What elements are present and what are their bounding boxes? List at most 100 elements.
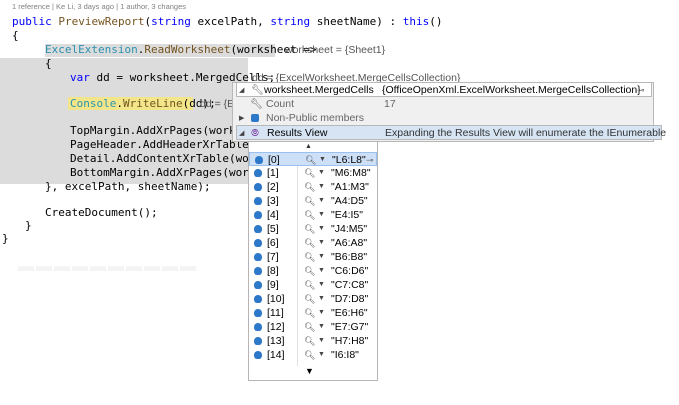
keyword: string xyxy=(270,15,311,28)
list-item[interactable]: [9] 🔍︎ ▼ "C7:C8" xyxy=(249,278,377,292)
wrench-icon: 🔧︎ xyxy=(250,99,263,110)
item-index: [14] xyxy=(267,349,285,361)
keyword: this xyxy=(402,15,430,28)
expand-icon[interactable]: ▶ xyxy=(239,111,244,126)
chevron-down-icon[interactable]: ▼ xyxy=(318,180,325,194)
magnifier-icon[interactable]: 🔍︎ xyxy=(304,306,315,320)
results-view-icon: ⦾ xyxy=(251,128,259,139)
results-view-list[interactable]: ▲ [0] 🔍︎ ▼ "L6:L8" ⊸ [1] 🔍︎ ▼ "M6:M8" [2] 🔍︎… xyxy=(248,141,378,381)
collapse-icon[interactable]: ◢ xyxy=(239,83,244,98)
magnifier-icon[interactable]: 🔍︎ xyxy=(304,180,315,194)
item-index: [5] xyxy=(267,223,279,235)
chevron-down-icon[interactable]: ▼ xyxy=(318,166,325,180)
datatip-row-name: Count xyxy=(266,98,295,110)
list-item[interactable]: [4] 🔍︎ ▼ "E4:I5" xyxy=(249,208,377,222)
value-icon xyxy=(254,337,262,345)
list-item[interactable]: [5] 🔍︎ ▼ "J4:M5" xyxy=(249,222,377,236)
wrench-icon: 🔧︎ xyxy=(251,85,264,96)
scroll-down-arrow[interactable]: ▼ xyxy=(305,366,314,376)
magnifier-icon[interactable]: 🔍︎ xyxy=(304,194,315,208)
chevron-down-icon[interactable]: ▼ xyxy=(318,306,325,320)
item-value: "A1:M3" xyxy=(331,181,369,193)
datatip-row-name: Results View xyxy=(267,127,328,139)
value-icon xyxy=(254,211,262,219)
list-item[interactable]: [10] 🔍︎ ▼ "D7:D8" xyxy=(249,292,377,306)
chevron-down-icon[interactable]: ▼ xyxy=(318,320,325,334)
datatip-row-count[interactable]: 🔧︎ Count 17 xyxy=(236,97,652,112)
item-value: "E4:I5" xyxy=(331,209,363,221)
list-item[interactable]: [8] 🔍︎ ▼ "C6:D6" xyxy=(249,264,377,278)
inline-value-worksheet[interactable]: worksheet = {Sheet1} xyxy=(285,43,385,57)
item-value: "M6:M8" xyxy=(331,167,371,179)
inline-value-dd-2[interactable]: dd = {E xyxy=(200,97,234,111)
list-item[interactable]: [1] 🔍︎ ▼ "M6:M8" xyxy=(249,166,377,180)
code-line-lambda-open: { xyxy=(45,57,52,70)
item-index: [12] xyxy=(267,321,285,333)
item-index: [3] xyxy=(267,195,279,207)
chevron-down-icon[interactable]: ▼ xyxy=(318,348,325,362)
chevron-down-icon[interactable]: ▼ xyxy=(318,208,325,222)
magnifier-icon[interactable]: 🔍︎ xyxy=(304,222,315,236)
chevron-down-icon[interactable]: ▼ xyxy=(318,264,325,278)
magnifier-icon[interactable]: 🔍︎ xyxy=(304,250,315,264)
list-item[interactable]: [0] 🔍︎ ▼ "L6:L8" ⊸ xyxy=(249,152,377,166)
item-value: "A6:A8" xyxy=(331,237,368,249)
chevron-down-icon[interactable]: ▼ xyxy=(318,292,325,306)
chevron-down-icon[interactable]: ▼ xyxy=(318,334,325,348)
field-icon xyxy=(251,114,259,122)
value-icon xyxy=(254,295,262,303)
pin-icon[interactable]: ⊸ xyxy=(366,153,374,167)
value-icon xyxy=(255,156,263,164)
datatip-header-row[interactable]: ◢ 🔧︎ worksheet.MergedCells {OfficeOpenXm… xyxy=(236,82,652,97)
list-item[interactable]: [7] 🔍︎ ▼ "B6:B8" xyxy=(249,250,377,264)
magnifier-icon[interactable]: 🔍︎ xyxy=(304,348,315,362)
item-value: "E6:H6" xyxy=(331,307,368,319)
pin-icon[interactable]: ⊸ xyxy=(637,83,645,98)
keyword: public xyxy=(12,15,52,28)
datatip-row-nonpublic[interactable]: ▶ Non-Public members xyxy=(236,111,652,126)
list-item[interactable]: [2] 🔍︎ ▼ "A1:M3" xyxy=(249,180,377,194)
item-index: [13] xyxy=(267,335,285,347)
background-watermark: ▬▬▬▬▬▬▬▬▬▬ xyxy=(18,258,198,275)
item-value: "C7:C8" xyxy=(331,279,369,291)
keyword: string xyxy=(151,15,191,28)
chevron-down-icon[interactable]: ▼ xyxy=(318,194,325,208)
list-item[interactable]: [14] 🔍︎ ▼ "I6:I8" xyxy=(249,348,377,362)
code-text: sheetName) : xyxy=(310,15,403,28)
code-line-writeline: Console.WriteLine(dd); xyxy=(70,97,216,111)
code-line-close-brace: } xyxy=(25,219,32,232)
magnifier-icon[interactable]: 🔍︎ xyxy=(304,334,315,348)
value-icon xyxy=(254,197,262,205)
chevron-down-icon[interactable]: ▼ xyxy=(318,278,325,292)
magnifier-icon[interactable]: 🔍︎ xyxy=(304,166,315,180)
magnifier-icon[interactable]: 🔍︎ xyxy=(304,320,315,334)
chevron-down-icon[interactable]: ▼ xyxy=(318,250,325,264)
datatip-header-name: worksheet.MergedCells xyxy=(264,84,374,96)
chevron-down-icon[interactable]: ▼ xyxy=(318,222,325,236)
list-item[interactable]: [6] 🔍︎ ▼ "A6:A8" xyxy=(249,236,377,250)
scroll-up-arrow[interactable]: ▲ xyxy=(305,143,312,150)
magnifier-icon[interactable]: 🔍︎ xyxy=(304,264,315,278)
code-text: excelPath, xyxy=(190,15,271,28)
list-item[interactable]: [3] 🔍︎ ▼ "A4:D5" xyxy=(249,194,377,208)
chevron-down-icon[interactable]: ▼ xyxy=(319,153,326,167)
list-item[interactable]: [13] 🔍︎ ▼ "H7:H8" xyxy=(249,334,377,348)
code-line-createdocument: CreateDocument(); xyxy=(45,206,158,219)
list-item[interactable]: [11] 🔍︎ ▼ "E6:H6" xyxy=(249,306,377,320)
value-icon xyxy=(254,225,262,233)
magnifier-icon[interactable]: 🔍︎ xyxy=(304,236,315,250)
magnifier-icon[interactable]: 🔍︎ xyxy=(305,153,316,167)
code-line-lambda-close: }, excelPath, sheetName); xyxy=(45,180,211,193)
magnifier-icon[interactable]: 🔍︎ xyxy=(304,208,315,222)
list-item[interactable]: [12] 🔍︎ ▼ "E7:G7" xyxy=(249,320,377,334)
item-index: [9] xyxy=(267,279,279,291)
chevron-down-icon[interactable]: ▼ xyxy=(318,236,325,250)
magnifier-icon[interactable]: 🔍︎ xyxy=(304,278,315,292)
magnifier-icon[interactable]: 🔍︎ xyxy=(304,292,315,306)
codelens-info[interactable]: 1 reference | Ke Li, 3 days ago | 1 auth… xyxy=(12,2,186,11)
collapse-icon[interactable]: ◢ xyxy=(239,126,244,141)
item-value: "I6:I8" xyxy=(331,349,359,361)
item-index: [8] xyxy=(267,265,279,277)
item-index: [0] xyxy=(268,154,280,166)
datatip-row-resultsview[interactable]: ◢ ⦾ Results View Expanding the Results V… xyxy=(236,125,666,141)
